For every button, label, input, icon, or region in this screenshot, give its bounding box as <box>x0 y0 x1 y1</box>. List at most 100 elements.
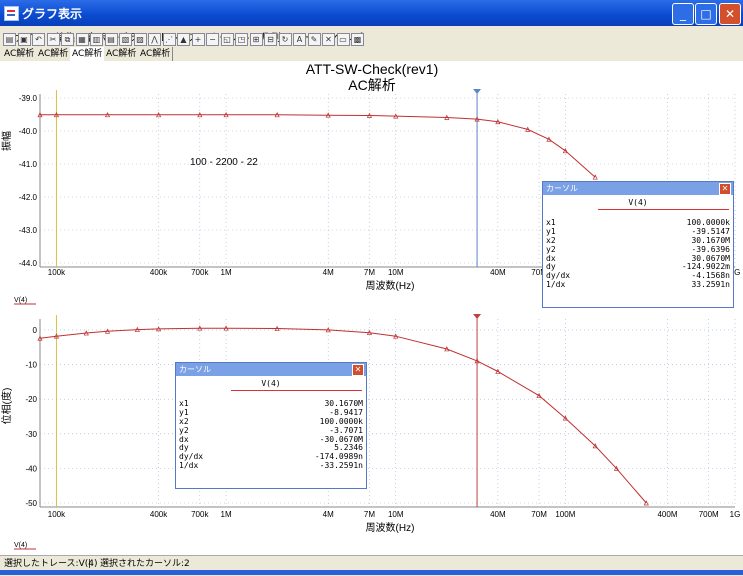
cursor-row-key: 1/dx <box>179 461 199 471</box>
graph-area[interactable]: ATT-SW-Check(rev1) AC解析 100 - 2200 - 22 … <box>0 61 743 555</box>
zoom-out-icon[interactable]: − <box>206 33 219 46</box>
graph-subtitle: AC解析 <box>348 77 395 93</box>
cursor-row-value: 30.0670M <box>691 253 730 263</box>
cursor-row-value: 100.0000k <box>319 416 363 426</box>
save-icon[interactable]: ▣ <box>17 33 31 46</box>
cursor-row-value: -124.9022m <box>681 262 730 272</box>
y-tick-label: -10 <box>25 361 37 370</box>
cursor-row: x2 100.0000k <box>176 417 366 426</box>
y-tick-label: -50 <box>25 499 37 508</box>
paste-icon[interactable]: ▦ <box>75 33 89 46</box>
cursor-row-key: y1 <box>179 407 189 417</box>
tab-ac-analysis-5[interactable]: AC解析 <box>138 47 174 61</box>
cursor-row: x2 30.1670M <box>543 236 733 245</box>
graph-annotation: 100 - 2200 - 22 <box>190 157 258 168</box>
tab-ac-analysis-4[interactable]: AC解析 <box>104 47 140 61</box>
cursor-row-key: dy <box>179 443 189 453</box>
dots-icon[interactable]: ⋰ <box>162 33 176 46</box>
cursor-row-key: y1 <box>546 226 556 236</box>
zoom-fit-icon[interactable]: ◱ <box>220 33 234 46</box>
y-tick-label: -39.0 <box>19 94 38 103</box>
x-tick-label: 4M <box>323 268 334 277</box>
close-icon[interactable]: ✕ <box>719 183 731 195</box>
axis-icon[interactable]: ▭ <box>336 33 350 46</box>
bottom-legend: V(4) <box>14 542 27 549</box>
zoom-area-icon[interactable]: ◳ <box>235 33 248 46</box>
x-tick-label: 700M <box>699 510 719 519</box>
cursor-row-key: x2 <box>546 235 556 245</box>
cursor-row-key: dx <box>546 253 556 263</box>
cursor-row: x1 100.0000k <box>543 218 733 227</box>
cursor-row: dy/dx -4.1568n <box>543 271 733 280</box>
top-xlabel: 周波数(Hz) <box>366 279 415 292</box>
cursor-window-titlebar[interactable]: カーソル ✕ <box>176 363 366 376</box>
measure-icon[interactable]: ✕ <box>322 33 335 46</box>
undo-icon[interactable]: ↶ <box>32 33 45 46</box>
cursor-window-titlebar[interactable]: カーソル ✕ <box>543 182 733 195</box>
table-icon[interactable]: ▤ <box>104 33 118 46</box>
grid-icon[interactable]: ▥ <box>90 33 103 46</box>
tab-ac-analysis-1[interactable]: AC解析 <box>2 47 38 61</box>
cursor-window-top[interactable]: カーソル ✕ V(4) x1 100.0000k y1 -39.5147 x2 30.16… <box>542 181 734 308</box>
cursor-row-value: 100.0000k <box>686 218 730 227</box>
cursor-row-key: dy <box>546 262 556 272</box>
cursor-row-value: -3.7071 <box>329 425 363 435</box>
cursor-row: y1 -39.5147 <box>543 227 733 236</box>
graph-canvas[interactable]: ATT-SW-Check(rev1) AC解析 100 - 2200 - 22 … <box>0 61 743 555</box>
y-tick-label: -41.0 <box>19 160 38 169</box>
cursor-row-value: -33.2591n <box>319 461 363 471</box>
y-tick-label: -42.0 <box>19 193 38 202</box>
text-icon[interactable]: A <box>293 33 306 46</box>
zoom-x-icon[interactable]: ⊞ <box>249 33 263 46</box>
tab-ac-analysis-3[interactable]: AC解析 <box>70 47 106 61</box>
x-tick-label: 400k <box>150 510 168 519</box>
top-ylabel: 振幅 <box>0 131 13 151</box>
close-button[interactable]: ✕ <box>719 3 741 25</box>
zoom-in-icon[interactable]: + <box>191 33 205 46</box>
cursor-row: y1 -8.9417 <box>176 408 366 417</box>
open-icon[interactable]: ▤ <box>3 33 16 46</box>
cursor-row-key: y2 <box>546 244 556 254</box>
x-tick-label: 1M <box>221 510 232 519</box>
x-tick-label: 700k <box>191 510 209 519</box>
trace-icon[interactable]: ⋀ <box>148 33 161 46</box>
cursor-window-bottom[interactable]: カーソル ✕ V(4) x1 30.1670M y1 -8.9417 x2 100.000… <box>175 362 367 489</box>
split-icon[interactable]: ▧ <box>119 33 132 46</box>
zoom-y-icon[interactable]: ⊟ <box>264 33 277 46</box>
marker-icon[interactable]: ▲ <box>177 33 190 46</box>
cursor-row-key: 1/dx <box>546 280 566 290</box>
graph-title: ATT-SW-Check(rev1) <box>306 61 439 77</box>
copy-icon[interactable]: ⧉ <box>61 33 74 46</box>
trace-line[interactable] <box>40 114 596 178</box>
cursor-row-key: dy/dx <box>546 271 571 281</box>
y-tick-label: -40.0 <box>19 127 38 136</box>
y-tick-label: -43.0 <box>19 226 38 235</box>
cut-icon[interactable]: ✂ <box>46 33 60 46</box>
cursor-marker-icon[interactable] <box>473 89 482 94</box>
x-tick-label: 400k <box>150 268 168 277</box>
x-tick-label: 40M <box>490 268 506 277</box>
y-tick-label: 0 <box>33 326 38 335</box>
cursor-row-value: 30.1670M <box>324 399 363 408</box>
cursor-row: dx 30.0670M <box>543 254 733 263</box>
x-tick-label: 7M <box>364 268 375 277</box>
cursor-row: dx -30.0670M <box>176 435 366 444</box>
refresh-icon[interactable]: ↻ <box>278 33 292 46</box>
cursor-row-key: y2 <box>179 425 189 435</box>
maximize-button[interactable]: □ <box>695 3 717 25</box>
graph-app-icon <box>4 6 19 21</box>
minimize-button[interactable]: _ <box>672 3 694 25</box>
tab-ac-analysis-2[interactable]: AC解析 <box>36 47 72 61</box>
x-tick-label: 400M <box>657 510 677 519</box>
x-tick-label: 70M <box>531 510 547 519</box>
export-icon[interactable]: ▩ <box>351 33 364 46</box>
layout-icon[interactable]: ▨ <box>133 33 147 46</box>
taskbar-edge <box>0 570 743 575</box>
cursor-window-trace: V(4) <box>261 379 281 388</box>
x-tick-label: 100M <box>555 510 575 519</box>
close-icon[interactable]: ✕ <box>352 364 364 376</box>
label-icon[interactable]: ✎ <box>307 33 321 46</box>
cursor-marker-icon[interactable] <box>473 314 482 319</box>
cursor-row-value: -8.9417 <box>329 407 363 417</box>
y-tick-label: -20 <box>25 395 37 404</box>
